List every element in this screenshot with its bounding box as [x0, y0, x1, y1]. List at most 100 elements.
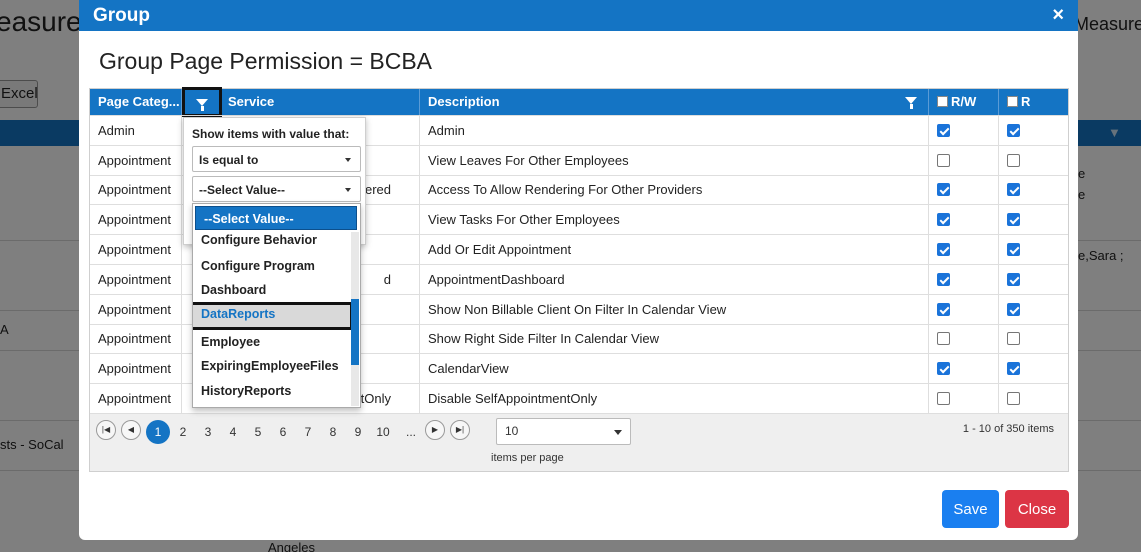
dropdown-option[interactable]: Configure Behavior — [193, 228, 351, 252]
save-button[interactable]: Save — [942, 490, 999, 528]
cell-description: Add Or Edit Appointment — [420, 235, 929, 264]
column-header-rw-label: R/W — [951, 94, 977, 109]
filter-operator-select[interactable]: Is equal to — [192, 146, 361, 172]
filter-value-select[interactable]: --Select Value-- — [192, 176, 361, 202]
page-number-6[interactable]: 6 — [271, 420, 295, 444]
filter-icon — [196, 98, 208, 111]
column-header-r[interactable]: R — [999, 89, 1070, 115]
cell-category: Appointment — [90, 294, 182, 324]
rw-checkbox[interactable] — [937, 153, 950, 167]
cell-category: Appointment — [90, 205, 182, 235]
page-number-9[interactable]: 9 — [346, 420, 370, 444]
filter-icon[interactable] — [905, 97, 917, 109]
column-header-r-label: R — [1021, 94, 1031, 109]
filter-operator-value: Is equal to — [199, 153, 259, 167]
column-header-rw[interactable]: R/W — [929, 89, 999, 115]
cell-r — [999, 295, 1070, 324]
cell-description: Admin — [420, 116, 929, 145]
column-header-description-label: Description — [428, 94, 500, 109]
cell-rw — [929, 145, 999, 175]
close-button[interactable]: Close — [1005, 490, 1069, 528]
page-number-2[interactable]: 2 — [171, 420, 195, 444]
r-checkbox[interactable] — [1007, 153, 1020, 167]
cell-category: Appointment — [90, 175, 182, 205]
chevron-down-icon — [345, 188, 351, 192]
cell-category: Appointment — [90, 354, 182, 384]
r-checkbox[interactable] — [1007, 243, 1020, 257]
cell-category: Appointment — [90, 264, 182, 294]
cell-category: Appointment — [90, 324, 182, 354]
category-filter-button[interactable] — [182, 87, 222, 117]
cell-r — [999, 146, 1070, 175]
first-page-button[interactable]: |◀ — [96, 419, 116, 440]
cell-description: Show Non Billable Client On Filter In Ca… — [420, 294, 929, 324]
cell-description: Access To Allow Rendering For Other Prov… — [420, 175, 929, 205]
cell-rw — [929, 175, 999, 205]
pager: |◀ ◀ 1 2 3 4 5 6 7 8 9 10... ▶ ▶| 10 items per pa… — [90, 412, 1068, 471]
rw-checkbox[interactable] — [937, 183, 950, 197]
cell-description: CalendarView — [420, 354, 929, 384]
r-checkbox[interactable] — [1007, 392, 1020, 406]
cell-category: Appointment — [90, 384, 182, 413]
cell-category: Appointment — [90, 235, 182, 264]
modal-title: Group — [93, 5, 150, 26]
page-number-7[interactable]: 7 — [296, 420, 320, 444]
dropdown-option[interactable]: DataReports — [193, 302, 353, 330]
rw-checkbox[interactable] — [937, 302, 950, 316]
items-per-page-label: items per page — [491, 451, 564, 464]
r-checkbox[interactable] — [1007, 362, 1020, 376]
page-size-select[interactable]: 10 — [496, 417, 631, 445]
dropdown-option[interactable]: Dashboard — [193, 278, 351, 302]
rw-checkbox[interactable] — [937, 272, 950, 286]
dropdown-option[interactable]: Employee — [193, 330, 351, 354]
cell-description: AppointmentDashboard — [420, 264, 929, 294]
last-page-button[interactable]: ▶| — [450, 419, 470, 440]
cell-category: Appointment — [90, 145, 182, 175]
rw-checkbox[interactable] — [937, 392, 950, 406]
modal-header: Group × — [79, 0, 1078, 31]
r-checkbox[interactable] — [1007, 332, 1020, 346]
pager-info: 1 - 10 of 350 items — [962, 422, 1054, 435]
cell-r — [999, 325, 1070, 354]
page-number-5[interactable]: 5 — [246, 420, 270, 444]
page-number-8[interactable]: 8 — [321, 420, 345, 444]
page-number-4[interactable]: 4 — [221, 420, 245, 444]
page-size-value: 10 — [505, 423, 519, 438]
column-header-category[interactable]: Page Categ... — [90, 89, 182, 115]
rw-checkbox[interactable] — [937, 243, 950, 257]
cell-r — [999, 116, 1070, 145]
r-checkbox[interactable] — [1007, 123, 1020, 137]
r-checkbox[interactable] — [1007, 272, 1020, 286]
dropdown-option[interactable]: --Select Value-- — [195, 206, 357, 230]
cell-description: View Tasks For Other Employees — [420, 205, 929, 235]
previous-page-button[interactable]: ◀ — [121, 419, 141, 440]
r-checkbox[interactable] — [1007, 183, 1020, 197]
page-number-3[interactable]: 3 — [196, 420, 220, 444]
rw-checkbox[interactable] — [937, 362, 950, 376]
page-number-1[interactable]: 1 — [146, 419, 170, 444]
page-number-10[interactable]: 10 — [371, 420, 395, 444]
filter-value-dropdown: --Select Value-- Configure Behavior Config… — [192, 203, 361, 408]
cell-rw — [929, 116, 999, 145]
filter-value-value: --Select Value-- — [199, 183, 286, 197]
cell-description: Show Right Side Filter In Calendar View — [420, 324, 929, 354]
dropdown-option[interactable]: ExpiringEmployeeFiles — [193, 354, 351, 378]
rw-checkbox[interactable] — [937, 123, 950, 137]
column-header-description[interactable]: Description — [420, 89, 929, 115]
r-checkbox[interactable] — [1007, 213, 1020, 227]
next-page-button[interactable]: ▶ — [425, 419, 445, 440]
r-select-all-checkbox[interactable] — [1007, 96, 1018, 107]
rw-select-all-checkbox[interactable] — [937, 96, 948, 107]
cell-r — [999, 265, 1070, 294]
dropdown-option[interactable]: HistoryReports — [193, 379, 351, 403]
r-checkbox[interactable] — [1007, 302, 1020, 316]
rw-checkbox[interactable] — [937, 332, 950, 346]
dropdown-scrollbar-thumb[interactable] — [351, 299, 359, 365]
cell-description: Disable SelfAppointmentOnly — [420, 384, 929, 413]
chevron-down-icon — [614, 429, 622, 435]
dropdown-option[interactable]: Configure Program — [193, 254, 351, 278]
rw-checkbox[interactable] — [937, 213, 950, 227]
page-number-more[interactable]: ... — [399, 420, 423, 444]
cell-r — [999, 176, 1070, 205]
close-icon[interactable]: × — [1052, 4, 1064, 27]
